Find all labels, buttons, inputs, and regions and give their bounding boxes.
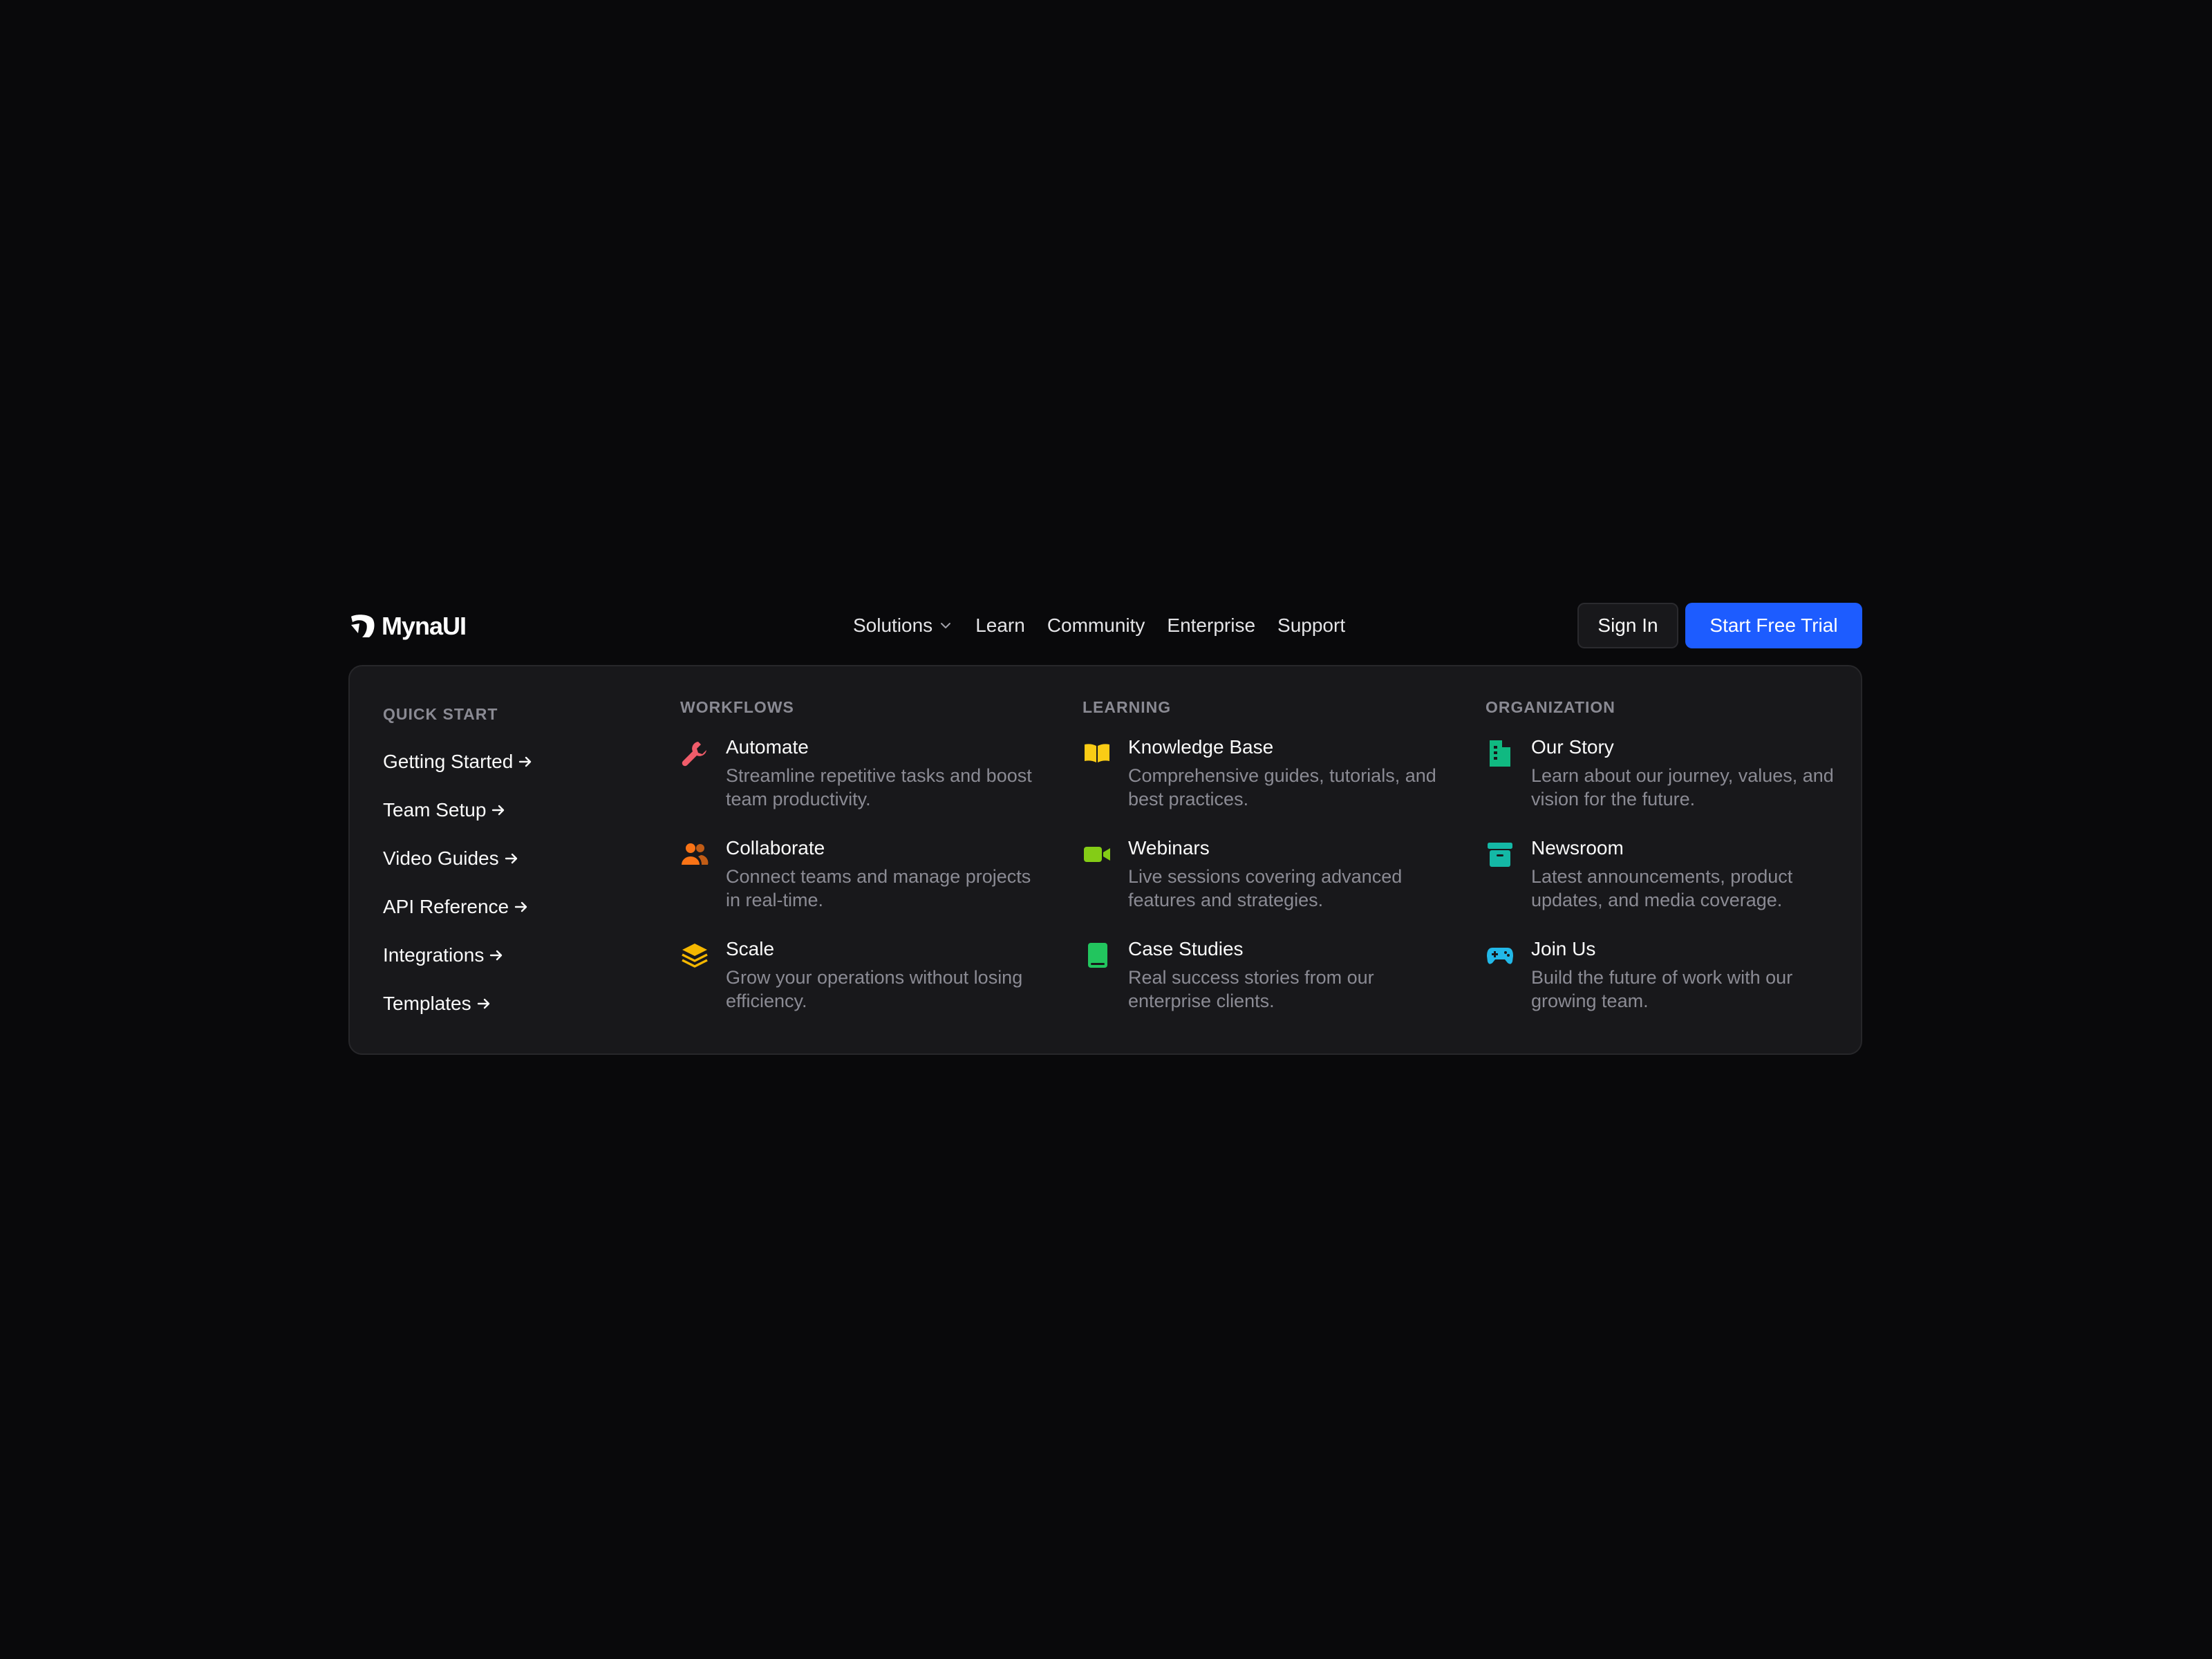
menu-item-description: Live sessions covering advanced features… <box>1128 866 1403 910</box>
menu-item-description: Real success stories from our enterprise… <box>1128 967 1374 1011</box>
arrow-right-icon <box>490 950 503 961</box>
gamepad-icon <box>1487 948 1513 964</box>
brand-logo[interactable]: MynaUI <box>348 612 467 640</box>
menu-item-webinars[interactable]: Webinars Live sessions covering advanced… <box>1082 837 1449 938</box>
menu-item-scale[interactable]: Scale Grow your operations without losin… <box>680 938 1047 1039</box>
quick-link-templates[interactable]: Templates <box>383 980 632 1028</box>
learning-list: Knowledge Base Comprehensive guides, tut… <box>1082 736 1449 1039</box>
users-icon <box>682 843 709 865</box>
nav-community[interactable]: Community <box>1036 615 1156 637</box>
menu-item-description: Latest announcements, product updates, a… <box>1531 866 1793 910</box>
menu-item-description: Build the future of work with our growin… <box>1531 967 1793 1011</box>
main-nav: Solutions Learn Community Enterprise Sup… <box>842 603 1356 648</box>
organization-title: Organization <box>1485 698 1615 716</box>
organization-section: Organization Our Story Learn about our j… <box>1485 698 1852 1039</box>
building-icon <box>1490 740 1510 767</box>
wrench-icon <box>682 742 706 767</box>
workflows-title: Workflows <box>680 698 794 716</box>
menu-item-newsroom[interactable]: Newsroom Latest announcements, product u… <box>1485 837 1852 938</box>
arrow-right-icon <box>519 756 532 767</box>
nav-actions: Sign In Start Free Trial <box>1577 603 1862 648</box>
menu-item-title: Collaborate <box>726 837 825 859</box>
book-icon <box>1088 943 1107 968</box>
workflows-section: Workflows Automate Streamline repetitive… <box>680 698 1047 1039</box>
menu-item-description: Learn about our journey, values, and vis… <box>1531 765 1834 809</box>
menu-item-our-story[interactable]: Our Story Learn about our journey, value… <box>1485 736 1852 837</box>
quick-start-title: Quick Start <box>383 705 498 723</box>
quick-link-label: Templates <box>383 993 471 1014</box>
top-navigation: MynaUI Solutions Learn Community Enterpr… <box>348 603 1862 648</box>
nav-enterprise[interactable]: Enterprise <box>1156 615 1266 637</box>
workflows-list: Automate Streamline repetitive tasks and… <box>680 736 1047 1039</box>
myna-logo-icon <box>351 615 375 637</box>
quick-link-label: Getting Started <box>383 751 514 772</box>
book-open-icon <box>1085 744 1109 762</box>
nav-solutions[interactable]: Solutions <box>842 615 964 637</box>
arrow-right-icon <box>492 805 505 816</box>
archive-icon <box>1488 843 1512 867</box>
menu-item-case-studies[interactable]: Case Studies Real success stories from o… <box>1082 938 1449 1039</box>
solutions-mega-menu: Quick Start Getting Started Team Setup V… <box>348 665 1862 1055</box>
quick-link-team-setup[interactable]: Team Setup <box>383 786 632 834</box>
arrow-right-icon <box>505 853 517 864</box>
quick-link-label: Video Guides <box>383 847 499 869</box>
quick-link-label: Team Setup <box>383 799 487 821</box>
quick-link-video-guides[interactable]: Video Guides <box>383 834 632 883</box>
menu-item-title: Scale <box>726 938 775 959</box>
quick-link-label: API Reference <box>383 896 509 917</box>
quick-link-integrations[interactable]: Integrations <box>383 931 632 980</box>
arrow-right-icon <box>514 901 527 912</box>
layers-icon <box>682 944 708 968</box>
menu-item-collaborate[interactable]: Collaborate Connect teams and manage pro… <box>680 837 1047 938</box>
chevron-down-icon <box>941 623 951 628</box>
quick-start-list: Getting Started Team Setup Video Guides … <box>383 738 632 1028</box>
menu-item-title: Join Us <box>1531 938 1596 959</box>
quick-link-api-reference[interactable]: API Reference <box>383 883 632 931</box>
menu-item-knowledge-base[interactable]: Knowledge Base Comprehensive guides, tut… <box>1082 736 1449 837</box>
brand-name: MynaUI <box>382 612 467 640</box>
quick-link-getting-started[interactable]: Getting Started <box>383 738 632 786</box>
sign-in-button[interactable]: Sign In <box>1577 603 1678 648</box>
nav-support[interactable]: Support <box>1266 615 1356 637</box>
menu-item-title: Knowledge Base <box>1128 736 1274 758</box>
quick-start-section: Quick Start Getting Started Team Setup V… <box>383 705 632 1028</box>
menu-item-title: Webinars <box>1128 837 1210 859</box>
menu-item-title: Newsroom <box>1531 837 1624 859</box>
menu-item-description: Streamline repetitive tasks and boost te… <box>726 765 1032 809</box>
learning-section: Learning Knowledge Base Comprehensive gu… <box>1082 698 1449 1039</box>
menu-item-title: Automate <box>726 736 809 758</box>
nav-solutions-label: Solutions <box>853 615 933 636</box>
quick-link-label: Integrations <box>383 944 485 966</box>
menu-item-title: Case Studies <box>1128 938 1244 959</box>
menu-item-title: Our Story <box>1531 736 1614 758</box>
menu-item-description: Connect teams and manage projects in rea… <box>726 866 1031 910</box>
learning-title: Learning <box>1082 698 1172 716</box>
nav-learn[interactable]: Learn <box>964 615 1036 637</box>
menu-item-description: Grow your operations without losing effi… <box>726 967 1023 1011</box>
menu-item-join-us[interactable]: Join Us Build the future of work with ou… <box>1485 938 1852 1039</box>
menu-item-automate[interactable]: Automate Streamline repetitive tasks and… <box>680 736 1047 837</box>
organization-list: Our Story Learn about our journey, value… <box>1485 736 1852 1039</box>
start-free-trial-button[interactable]: Start Free Trial <box>1685 603 1862 648</box>
video-camera-icon <box>1084 847 1110 862</box>
menu-item-description: Comprehensive guides, tutorials, and bes… <box>1128 765 1436 809</box>
arrow-right-icon <box>477 998 489 1009</box>
